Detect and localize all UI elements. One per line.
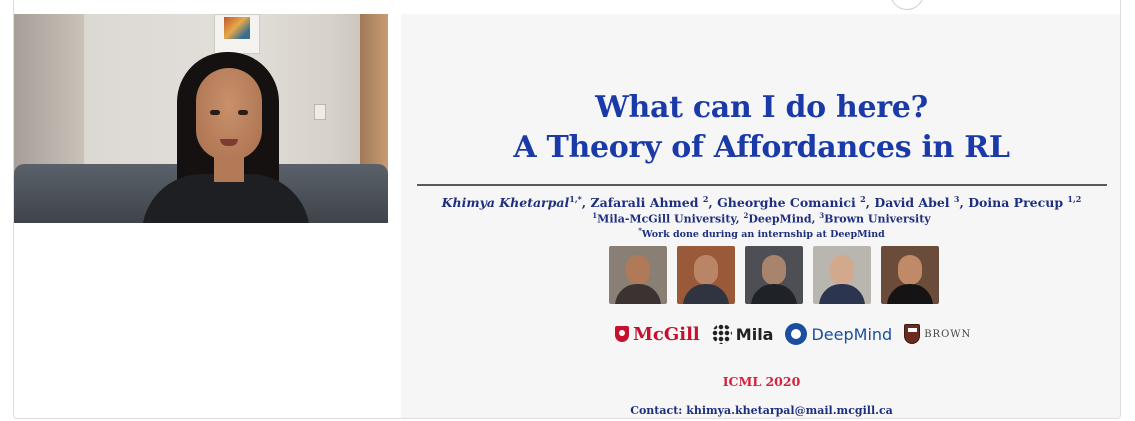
author-list: Khimya Khetarpal1,*, Zafarali Ahmed 2, G… (441, 194, 1082, 211)
author-photo (745, 246, 803, 304)
author-sup: 1,2 (1067, 194, 1082, 204)
institution-logos: McGill Mila DeepMind BROWN (615, 318, 971, 350)
conference-label: ICML 2020 (722, 374, 801, 389)
deepmind-circle-icon (785, 323, 808, 345)
deepmind-wordmark: DeepMind (811, 324, 893, 344)
photo-head (626, 255, 650, 285)
deepmind-logo: DeepMind (785, 323, 892, 345)
photo-shoulders (683, 284, 729, 304)
brown-shield-icon (904, 324, 921, 344)
slide-title-line2: A Theory of Affordances in RL (513, 130, 1010, 165)
author-sup: 2 (702, 194, 709, 204)
photo-head (898, 255, 922, 285)
light-switch (314, 104, 326, 120)
mila-logo: Mila (711, 324, 774, 344)
contact-email: khimya.khetarpal@mail.mcgill.ca (686, 404, 893, 417)
contact-line: Contact: khimya.khetarpal@mail.mcgill.ca (401, 404, 1120, 417)
webcam-video (14, 14, 388, 223)
author-name: Gheorghe Comanici (717, 195, 856, 211)
author-photo (813, 246, 871, 304)
author-photo (609, 246, 667, 304)
affil-name: Brown University (824, 212, 931, 226)
mila-wordmark: Mila (735, 324, 774, 344)
author-lead: Khimya Khetarpal (441, 195, 570, 211)
slide-title-line1: What can I do here? (595, 90, 928, 125)
photo-shoulders (615, 284, 661, 304)
photo-head (830, 255, 854, 285)
author-name: Zafarali Ahmed (590, 195, 699, 211)
author-sup: 3 (953, 194, 960, 204)
presenter-eye-left (210, 110, 220, 115)
author-lead-sup: 1,* (569, 194, 582, 204)
brown-wordmark: BROWN (924, 328, 972, 340)
presenter-eye-right (238, 110, 248, 115)
author-photos (609, 246, 939, 304)
photo-head (694, 255, 718, 285)
mila-dots-icon (711, 324, 732, 344)
author-name: David Abel (874, 195, 950, 211)
photo-shoulders (887, 284, 933, 304)
footnote-text: Work done during an internship at DeepMi… (641, 229, 885, 241)
presentation-slide: What can I do here? A Theory of Affordan… (401, 14, 1120, 418)
footnote: *Work done during an internship at DeepM… (401, 226, 1120, 241)
author-photo (677, 246, 735, 304)
author-photo (881, 246, 939, 304)
wall-picture (214, 14, 260, 54)
affiliations: 1Mila-McGill University, 2DeepMind, 3Bro… (401, 211, 1120, 226)
photo-shoulders (751, 284, 797, 304)
brown-logo: BROWN (904, 324, 971, 344)
author-name: Doina Precup (968, 195, 1064, 211)
seek-handle[interactable] (890, 0, 924, 10)
photo-shoulders (819, 284, 865, 304)
mcgill-logo: McGill (615, 324, 700, 345)
mcgill-shield-icon (615, 326, 629, 342)
photo-head (762, 255, 786, 285)
video-player[interactable]: What can I do here? A Theory of Affordan… (13, 0, 1121, 419)
contact-label: Contact: (630, 404, 683, 417)
presenter-face (196, 68, 262, 160)
author-sup: 2 (860, 194, 866, 204)
affil-name: Mila-McGill University, (597, 212, 740, 226)
affil-name: DeepMind, (748, 212, 816, 226)
mcgill-wordmark: McGill (633, 323, 700, 345)
title-divider (417, 184, 1107, 186)
wall-picture-art (224, 17, 250, 39)
